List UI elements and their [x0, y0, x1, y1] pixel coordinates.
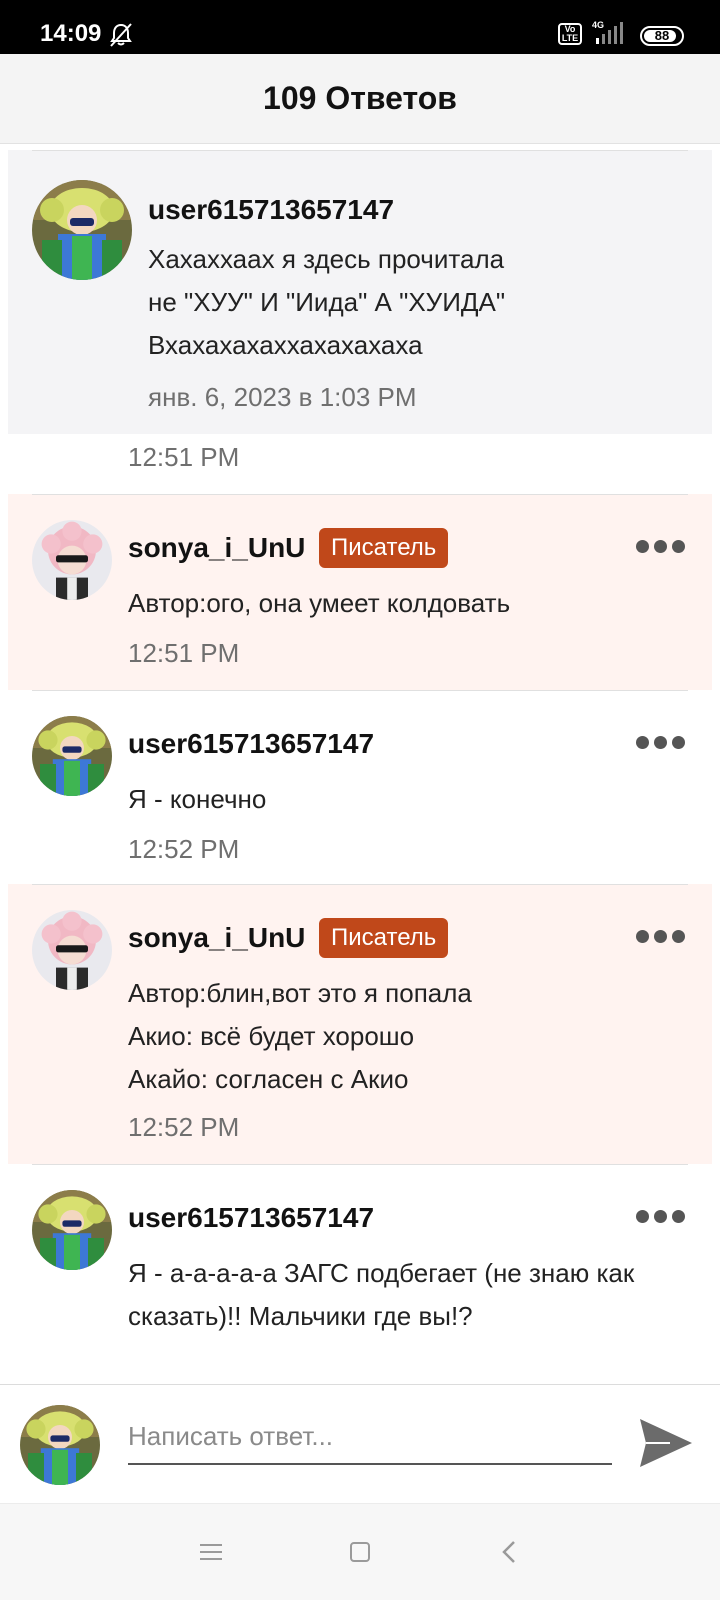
comment-item: user615713657147 Я - конечно 12:52 PM: [8, 690, 712, 884]
avatar[interactable]: [32, 910, 112, 990]
comment-text: Я - а-а-а-а-а ЗАГС подбегает (не знаю ка…: [128, 1252, 698, 1338]
comment-text: Автор:ого, она умеет колдовать: [128, 582, 698, 625]
comment-time: 12:51 PM: [128, 638, 240, 668]
avatar: [20, 1405, 100, 1485]
page-title: 109 Ответов: [263, 80, 457, 116]
network-label: 4G: [592, 20, 604, 30]
comment-item: sonya_i_UnU Писатель Автор:блин,вот это …: [8, 884, 712, 1164]
volte-icon: Vo LTE: [558, 23, 582, 45]
status-time: 14:09: [40, 20, 102, 47]
comment-line: Акайо: согласен с Акио: [128, 1064, 409, 1094]
username[interactable]: user615713657147: [128, 728, 374, 760]
divider: [32, 150, 688, 151]
back-chevron-icon[interactable]: [500, 1540, 520, 1564]
avatar[interactable]: [32, 1190, 112, 1270]
signal-icon: 4G: [592, 20, 623, 44]
comment-text: Я - конечно: [128, 778, 698, 821]
comment-line: не "ХУУ" И "Иида" А "ХУИДА": [148, 287, 506, 317]
more-options-icon[interactable]: [636, 930, 685, 944]
home-square-icon[interactable]: [350, 1542, 370, 1562]
comment-time: 12:52 PM: [128, 834, 240, 864]
status-bar: 14:09 Vo LTE 4G 88: [0, 0, 720, 54]
avatar[interactable]: [32, 716, 112, 796]
comment-line: Автор:блин,вот это я попала: [128, 978, 472, 1008]
menu-icon[interactable]: [200, 1542, 224, 1562]
comment-line: Хахаххаах я здесь прочитала: [148, 244, 505, 274]
bell-muted-icon: [110, 23, 132, 47]
avatar[interactable]: [32, 520, 112, 600]
username[interactable]: sonya_i_UnU: [128, 532, 305, 564]
comment-text: Автор:блин,вот это я попала Акио: всё бу…: [128, 972, 698, 1101]
comment-time: 12:52 PM: [128, 1112, 240, 1142]
reply-thread[interactable]: user615713657147 Хахаххаах я здесь прочи…: [0, 144, 720, 1384]
username[interactable]: sonya_i_UnU: [128, 922, 305, 954]
comment-time: 12:51 PM: [128, 442, 240, 472]
more-options-icon[interactable]: [636, 540, 685, 554]
comment-line: Я - а-а-а-а-а ЗАГС подбегает (не знаю ка…: [128, 1258, 635, 1288]
comment-line: Автор:ого, она умеет колдовать: [128, 588, 511, 618]
writer-badge: Писатель: [319, 918, 449, 958]
comment-line: сказать)!! Мальчики где вы!?: [128, 1301, 473, 1331]
system-nav-bar: [0, 1504, 720, 1600]
more-options-icon[interactable]: [636, 736, 685, 750]
comment-line: Вхахахахаххахахахаха: [148, 330, 423, 360]
comment-line: Акио: всё будет хорошо: [128, 1021, 415, 1051]
comment-item: user615713657147 Я - а-а-а-а-а ЗАГС подб…: [8, 1164, 712, 1384]
comment-date: янв. 6, 2023 в 1:03 PM: [148, 382, 417, 412]
divider: [32, 494, 688, 495]
divider: [32, 1164, 688, 1165]
comment-text: Хахаххаах я здесь прочитала не "ХУУ" И "…: [148, 238, 668, 367]
divider: [32, 884, 688, 885]
reply-composer: [0, 1384, 720, 1504]
replies-header: 109 Ответов: [0, 54, 720, 144]
username[interactable]: user615713657147: [148, 194, 394, 226]
divider: [32, 690, 688, 691]
battery-level: 88: [654, 28, 670, 43]
reply-input[interactable]: [128, 1409, 612, 1465]
username[interactable]: user615713657147: [128, 1202, 374, 1234]
battery-icon: 88: [640, 26, 684, 46]
comment-line: Я - конечно: [128, 784, 267, 814]
parent-comment: user615713657147 Хахаххаах я здесь прочи…: [8, 150, 712, 434]
more-options-icon[interactable]: [636, 1210, 685, 1224]
writer-badge: Писатель: [319, 528, 449, 568]
comment-item: sonya_i_UnU Писатель Автор:ого, она умее…: [8, 494, 712, 690]
send-icon[interactable]: [636, 1415, 696, 1471]
avatar[interactable]: [32, 180, 132, 280]
